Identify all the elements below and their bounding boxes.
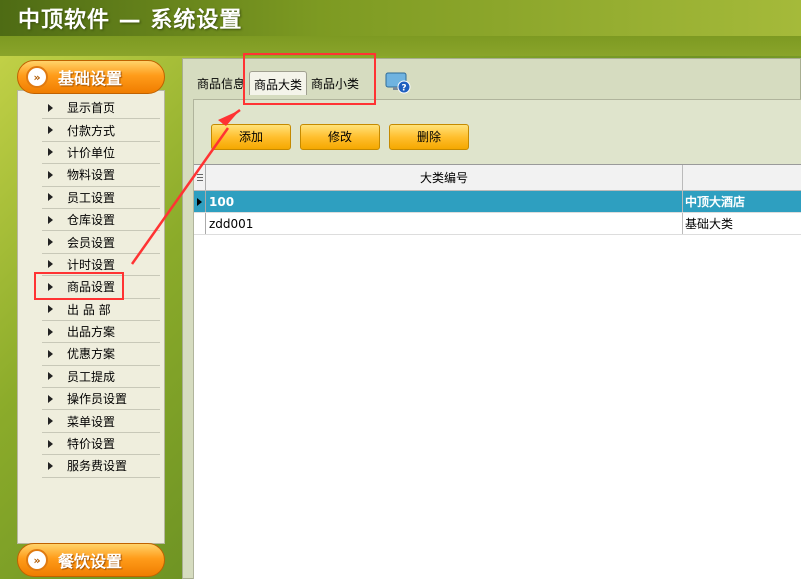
sidebar-item-label: 仓库设置	[67, 213, 116, 228]
sidebar-item-warehouse[interactable]: 仓库设置	[42, 209, 160, 232]
triangle-right-icon	[48, 260, 53, 269]
triangle-right-icon	[48, 148, 53, 157]
app-title: 中顶软件 — 系统设置	[18, 8, 243, 33]
sidebar-item-label: 计时设置	[67, 257, 116, 272]
top-band	[0, 36, 801, 56]
sidebar-item-dispatch-plan[interactable]: 出品方案	[42, 321, 160, 344]
title-bar: 中顶软件 — 系统设置	[0, 0, 801, 36]
highlight-product-settings-box	[34, 272, 124, 300]
triangle-right-icon	[48, 439, 53, 448]
triangle-right-icon	[48, 193, 53, 202]
help-monitor-icon[interactable]: ?	[384, 71, 412, 95]
sidebar-item-label: 计价单位	[67, 145, 116, 160]
cell-name[interactable]: 基础大类	[683, 213, 801, 234]
sidebar-item-label: 员工提成	[67, 369, 116, 384]
sidebar-item-material[interactable]: 物料设置	[42, 164, 160, 187]
row-indicator	[194, 213, 206, 234]
triangle-right-icon	[48, 461, 53, 470]
sidebar-item-service-fee[interactable]: 服务费设置	[42, 455, 160, 478]
sidebar: 显示首页 付款方式 计价单位 物料设置 员工设置 仓库设置 会员设置 计时设置 …	[17, 60, 165, 579]
sidebar-item-special-price[interactable]: 特价设置	[42, 433, 160, 456]
table-row[interactable]: zdd001 基础大类	[194, 213, 801, 235]
sidebar-item-label: 出 品 部	[67, 302, 111, 317]
sidebar-item-commission[interactable]: 员工提成	[42, 366, 160, 389]
sidebar-item-discount[interactable]: 优惠方案	[42, 343, 160, 366]
section-basic-settings[interactable]: » 基础设置	[17, 60, 165, 94]
sidebar-item-label: 会员设置	[67, 235, 116, 250]
delete-button[interactable]: 删除	[389, 124, 469, 150]
column-header-name[interactable]	[683, 165, 801, 190]
section-label: 基础设置	[58, 69, 123, 88]
sidebar-item-menu[interactable]: 菜单设置	[42, 410, 160, 433]
section-catering-settings[interactable]: » 餐饮设置	[17, 543, 165, 577]
content-area: 添加 修改 删除 大类编号 100 中顶大酒店 zdd001 基础大类	[193, 99, 801, 579]
double-chevron-icon: »	[26, 549, 48, 571]
triangle-right-icon	[48, 170, 53, 179]
triangle-right-icon	[48, 327, 53, 336]
triangle-right-icon	[48, 305, 53, 314]
triangle-right-icon	[48, 103, 53, 112]
table-row[interactable]: 100 中顶大酒店	[194, 191, 801, 213]
sidebar-item-dispatch-dept[interactable]: 出 品 部	[42, 299, 160, 321]
sidebar-item-payment[interactable]: 付款方式	[42, 119, 160, 142]
sidebar-item-label: 付款方式	[67, 123, 116, 138]
sidebar-item-member[interactable]: 会员设置	[42, 231, 160, 254]
highlight-tabs-box	[243, 53, 376, 105]
sidebar-item-home[interactable]: 显示首页	[42, 97, 160, 120]
row-indicator-header	[194, 165, 206, 190]
triangle-right-icon	[48, 394, 53, 403]
sidebar-panel: 显示首页 付款方式 计价单位 物料设置 员工设置 仓库设置 会员设置 计时设置 …	[17, 90, 165, 544]
grid-header: 大类编号	[194, 165, 801, 191]
sidebar-item-staff[interactable]: 员工设置	[42, 187, 160, 209]
sidebar-item-operator[interactable]: 操作员设置	[42, 388, 160, 411]
cell-code[interactable]: 100	[206, 191, 683, 212]
sidebar-item-label: 菜单设置	[67, 414, 116, 429]
triangle-right-icon	[48, 417, 53, 426]
row-indicator	[194, 191, 206, 212]
sidebar-item-label: 特价设置	[67, 437, 116, 452]
sidebar-item-label: 员工设置	[67, 190, 116, 205]
sidebar-item-label: 操作员设置	[67, 392, 128, 407]
svg-text:?: ?	[401, 84, 406, 94]
main-panel: 商品信息 商品大类 商品小类 ? 添加 修改 删除 大类编号 100 中顶大酒店…	[182, 58, 801, 579]
sidebar-item-label: 出品方案	[67, 325, 116, 340]
triangle-right-icon	[48, 372, 53, 381]
triangle-right-icon	[48, 126, 53, 135]
current-row-icon	[197, 197, 202, 206]
edit-button[interactable]: 修改	[300, 124, 380, 150]
triangle-right-icon	[48, 215, 53, 224]
add-button[interactable]: 添加	[211, 124, 291, 150]
tab-product-info[interactable]: 商品信息	[193, 71, 249, 95]
sidebar-item-unit[interactable]: 计价单位	[42, 142, 160, 165]
category-grid: 大类编号 100 中顶大酒店 zdd001 基础大类	[194, 164, 801, 579]
column-header-code[interactable]: 大类编号	[206, 165, 683, 190]
triangle-right-icon	[48, 238, 53, 247]
cell-name[interactable]: 中顶大酒店	[683, 191, 801, 212]
cell-code[interactable]: zdd001	[206, 213, 683, 234]
toolbar: 添加 修改 删除	[211, 124, 478, 150]
sidebar-item-label: 物料设置	[67, 168, 116, 183]
grid-menu-icon	[196, 173, 203, 181]
triangle-right-icon	[48, 349, 53, 358]
double-chevron-icon: »	[26, 66, 48, 88]
sidebar-item-label: 显示首页	[67, 101, 116, 116]
section-label: 餐饮设置	[58, 552, 123, 571]
sidebar-item-label: 优惠方案	[67, 347, 116, 362]
sidebar-item-label: 服务费设置	[67, 459, 128, 474]
